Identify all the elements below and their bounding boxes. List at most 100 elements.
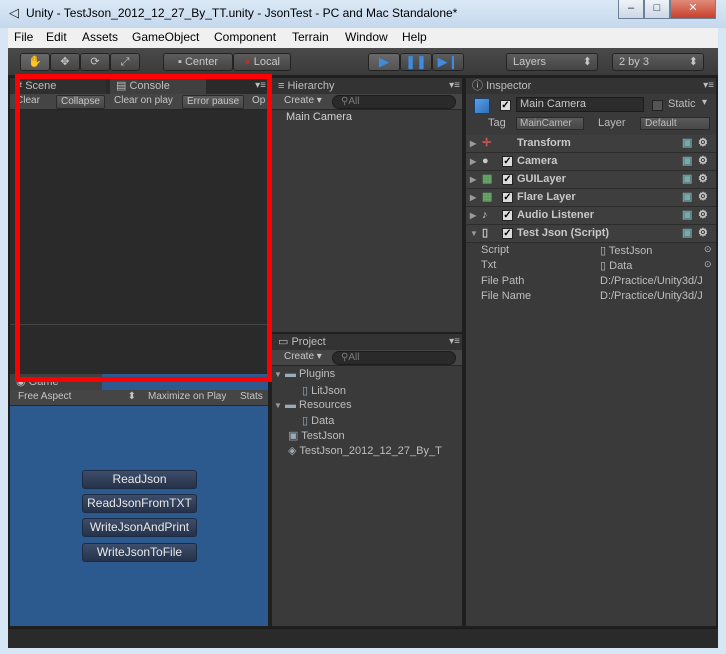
step-button[interactable]: ▶❙	[432, 53, 464, 71]
maximize-on-play-button[interactable]: Maximize on Play	[144, 391, 230, 405]
help-icon[interactable]: ▣	[682, 153, 692, 170]
aspect-label: Free Aspect	[18, 391, 72, 402]
component-label: Audio Listener	[517, 209, 595, 221]
play-button[interactable]: ▶	[368, 53, 400, 71]
component-enabled-checkbox[interactable]: ✓	[502, 174, 513, 185]
tab-inspector[interactable]: ⓘ Inspector	[466, 78, 716, 94]
help-icon[interactable]: ▣	[682, 189, 692, 206]
help-icon[interactable]: ▣	[682, 171, 692, 188]
hierarchy-search-input[interactable]: ⚲All	[332, 95, 456, 109]
file-name-field[interactable]: D:/Practice/Unity3d/J	[600, 290, 716, 302]
aspect-dropdown[interactable]: Free Aspect ⬍	[14, 391, 138, 405]
panel-menu-icon[interactable]: ▾≡	[449, 80, 460, 91]
hand-tool-button[interactable]: ✋	[20, 53, 50, 71]
project-item-plugins[interactable]: ▼ ▬ Plugins	[274, 368, 335, 380]
pause-button[interactable]: ❚❚	[400, 53, 432, 71]
readjsonfromtxt-button[interactable]: ReadJsonFromTXT	[82, 494, 197, 513]
menu-gameobject[interactable]: GameObject	[132, 30, 199, 44]
project-item-label: Plugins	[299, 368, 336, 380]
field-label: Txt	[481, 259, 497, 271]
project-item-label: Resources	[299, 399, 352, 411]
component-transform[interactable]: ▶ ✛ Transform ▣ ⚙	[466, 135, 716, 153]
help-icon[interactable]: ▣	[682, 135, 692, 152]
project-search-input[interactable]: ⚲All	[332, 351, 456, 365]
minimize-button[interactable]: –	[618, 0, 644, 19]
component-enabled-checkbox[interactable]: ✓	[502, 192, 513, 203]
pause-icon: ❚❚	[405, 54, 427, 69]
tab-project[interactable]: ▭ Project	[272, 334, 462, 350]
menu-assets[interactable]: Assets	[82, 30, 118, 44]
step-icon: ▶❙	[437, 54, 459, 69]
menu-window[interactable]: Window	[345, 30, 388, 44]
stats-button[interactable]: Stats	[236, 391, 267, 405]
active-checkbox[interactable]: ✓	[500, 100, 511, 111]
tab-hierarchy[interactable]: ≡ Hierarchy	[272, 78, 462, 94]
component-enabled-checkbox[interactable]: ✓	[502, 156, 513, 167]
help-icon[interactable]: ▣	[682, 225, 692, 242]
maximize-button[interactable]: □	[644, 0, 670, 19]
layer-dropdown[interactable]: Default	[640, 117, 710, 130]
highlight-box	[15, 74, 272, 382]
object-name-field[interactable]: Main Camera	[516, 97, 644, 112]
text-file-icon: ▯	[600, 260, 607, 272]
writejsontofile-button[interactable]: WriteJsonToFile	[82, 543, 197, 562]
txt-field[interactable]: ▯ Data	[600, 259, 632, 272]
move-tool-button[interactable]: ✥	[50, 53, 80, 71]
static-dropdown-icon[interactable]: ▾	[702, 97, 707, 108]
menu-bar: File Edit Assets GameObject Component Te…	[8, 28, 718, 48]
project-item-data[interactable]: ▯ Data	[302, 414, 334, 427]
project-item-label: LitJson	[311, 385, 346, 397]
gear-icon[interactable]: ⚙	[698, 225, 708, 242]
help-icon[interactable]: ▣	[682, 207, 692, 224]
component-enabled-checkbox[interactable]: ✓	[502, 210, 513, 221]
rotate-tool-button[interactable]: ⟳	[80, 53, 110, 71]
pivot-local-button[interactable]: ● Local	[233, 53, 291, 71]
gear-icon[interactable]: ⚙	[698, 207, 708, 224]
layers-dropdown[interactable]: Layers ⬍	[506, 53, 598, 71]
menu-file[interactable]: File	[14, 30, 33, 44]
gear-icon[interactable]: ⚙	[698, 189, 708, 206]
component-guilayer[interactable]: ▶ ▦ ✓ GUILayer ▣ ⚙	[466, 171, 716, 189]
tag-dropdown[interactable]: MainCamer	[516, 117, 584, 130]
gear-icon[interactable]: ⚙	[698, 135, 708, 152]
menu-edit[interactable]: Edit	[46, 30, 67, 44]
script-field[interactable]: ▯ TestJson	[600, 244, 652, 257]
project-toolbar: Create ▾ ⚲All	[272, 350, 462, 366]
script-icon: ▯	[482, 227, 489, 239]
component-camera[interactable]: ▶ ● ✓ Camera ▣ ⚙	[466, 153, 716, 171]
component-enabled-checkbox[interactable]: ✓	[502, 228, 513, 239]
pivot-center-button[interactable]: ▪ Center	[163, 53, 233, 71]
create-label: Create	[284, 351, 315, 362]
hierarchy-item[interactable]: Main Camera	[286, 111, 352, 123]
component-test-json-script[interactable]: ▼ ▯ ✓ Test Json (Script) ▣ ⚙	[466, 225, 716, 243]
menu-terrain[interactable]: Terrain	[292, 30, 329, 44]
component-flare-layer[interactable]: ▶ ▦ ✓ Flare Layer ▣ ⚙	[466, 189, 716, 207]
object-picker-icon[interactable]: ⊙	[704, 259, 712, 270]
transform-icon: ✛	[482, 137, 492, 149]
readjson-button[interactable]: ReadJson	[82, 470, 197, 489]
panel-menu-icon[interactable]: ▾≡	[449, 336, 460, 347]
object-picker-icon[interactable]: ⊙	[704, 244, 712, 255]
static-checkbox[interactable]	[652, 100, 663, 111]
scale-icon: ⤢	[120, 56, 130, 68]
file-path-field[interactable]: D:/Practice/Unity3d/J	[600, 275, 716, 287]
project-item-litjson[interactable]: ▯ LitJson	[302, 384, 346, 397]
project-create-button[interactable]: Create ▾	[280, 351, 326, 365]
panel-menu-icon[interactable]: ▾≡	[703, 80, 714, 91]
menu-component[interactable]: Component	[214, 30, 276, 44]
file-icon: ▯	[302, 385, 309, 397]
flare-icon: ▦	[482, 191, 493, 203]
menu-help[interactable]: Help	[402, 30, 427, 44]
layout-dropdown[interactable]: 2 by 3 ⬍	[612, 53, 704, 71]
component-label: Test Json (Script)	[517, 227, 610, 239]
close-button[interactable]: ✕	[670, 0, 716, 19]
project-item-resources[interactable]: ▼ ▬ Resources	[274, 399, 352, 411]
hierarchy-create-button[interactable]: Create ▾	[280, 95, 326, 109]
writejsonandprint-button[interactable]: WriteJsonAndPrint	[82, 518, 197, 537]
scale-tool-button[interactable]: ⤢	[110, 53, 140, 71]
component-audio-listener[interactable]: ▶ ♪ ✓ Audio Listener ▣ ⚙	[466, 207, 716, 225]
project-item-testjson[interactable]: ▣ TestJson	[288, 429, 345, 442]
gear-icon[interactable]: ⚙	[698, 171, 708, 188]
gear-icon[interactable]: ⚙	[698, 153, 708, 170]
project-item-scene[interactable]: ◈ TestJson_2012_12_27_By_T	[288, 444, 442, 457]
